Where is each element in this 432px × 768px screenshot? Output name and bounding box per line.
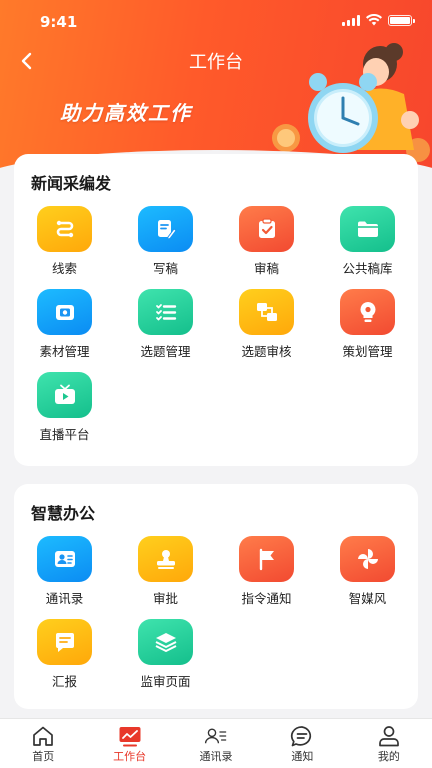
profile-icon <box>378 726 399 747</box>
pinwheel-icon <box>340 536 395 582</box>
contact-card-icon <box>37 536 92 582</box>
tab-label: 工作台 <box>113 750 147 763</box>
status-icons <box>342 14 415 26</box>
section-news-editing: 新闻采编发 线索 写稿 审稿 公共稿库 素材管理 选题管理 选题审核 策划管理 … <box>14 154 418 466</box>
audit-page-tile[interactable]: 监审页面 <box>115 619 216 702</box>
function-grid: 通讯录 审批 指令通知 智媒风 汇报 监审页面 <box>14 536 418 702</box>
folder-icon <box>340 206 395 252</box>
tile-label: 素材管理 <box>39 344 90 359</box>
tab-label: 通讯录 <box>199 750 233 763</box>
tab-label: 我的 <box>377 750 400 763</box>
tab-profile[interactable]: 我的 <box>346 719 432 768</box>
smart-media-tile[interactable]: 智媒风 <box>317 536 418 619</box>
review-tile[interactable]: 审稿 <box>216 206 317 289</box>
review-clipboard-icon <box>239 206 294 252</box>
tile-label: 直播平台 <box>39 427 90 442</box>
list-check-icon <box>138 289 193 335</box>
topic-review-tile[interactable]: 选题审核 <box>216 289 317 372</box>
tile-label: 通讯录 <box>45 591 84 606</box>
material-tile[interactable]: 素材管理 <box>14 289 115 372</box>
tab-home[interactable]: 首页 <box>0 719 86 768</box>
address-book-tile[interactable]: 通讯录 <box>14 536 115 619</box>
message-icon <box>291 726 312 747</box>
tile-label: 写稿 <box>152 261 178 276</box>
planning-tile[interactable]: 策划管理 <box>317 289 418 372</box>
tile-label: 选题管理 <box>140 344 191 359</box>
tile-label: 策划管理 <box>342 344 393 359</box>
tile-label: 审稿 <box>253 261 279 276</box>
public-library-tile[interactable]: 公共稿库 <box>317 206 418 289</box>
tab-label: 通知 <box>291 750 314 763</box>
stamp-icon <box>138 536 193 582</box>
signal-icon <box>342 14 360 26</box>
tile-label: 公共稿库 <box>342 261 393 276</box>
clue-icon <box>37 206 92 252</box>
material-icon <box>37 289 92 335</box>
topic-management-tile[interactable]: 选题管理 <box>115 289 216 372</box>
clue-tile[interactable]: 线索 <box>14 206 115 289</box>
wifi-icon <box>366 14 382 26</box>
workbench-icon <box>119 727 141 747</box>
contacts-icon <box>204 728 227 744</box>
lightbulb-icon <box>340 289 395 335</box>
alarm-clock-illustration <box>272 43 430 162</box>
flag-icon <box>239 536 294 582</box>
tab-contacts[interactable]: 通讯录 <box>173 719 259 768</box>
tab-workbench[interactable]: 工作台 <box>86 719 172 768</box>
tile-label: 汇报 <box>51 674 77 689</box>
status-time: 9:41 <box>40 13 78 31</box>
function-grid: 线索 写稿 审稿 公共稿库 素材管理 选题管理 选题审核 策划管理 直播平台 <box>14 206 418 455</box>
tv-play-icon <box>37 372 92 418</box>
tab-label: 首页 <box>32 750 55 763</box>
home-icon <box>33 726 54 746</box>
bottom-tab-bar: 首页 工作台 通讯录 通知 我的 <box>0 718 432 768</box>
live-platform-tile[interactable]: 直播平台 <box>14 372 115 455</box>
tile-label: 审批 <box>152 591 178 606</box>
tile-label: 选题审核 <box>241 344 292 359</box>
approval-tile[interactable]: 审批 <box>115 536 216 619</box>
write-tile[interactable]: 写稿 <box>115 206 216 289</box>
tile-label: 指令通知 <box>241 591 292 606</box>
report-tile[interactable]: 汇报 <box>14 619 115 702</box>
tile-label: 线索 <box>51 261 77 276</box>
tile-label: 监审页面 <box>140 674 191 689</box>
banner-slogan: 助力高效工作 <box>60 101 192 125</box>
tab-notifications[interactable]: 通知 <box>259 719 345 768</box>
report-chat-icon <box>37 619 92 665</box>
tile-label: 智媒风 <box>348 591 387 606</box>
layers-icon <box>138 619 193 665</box>
section-title: 智慧办公 <box>31 504 96 523</box>
topic-review-icon <box>239 289 294 335</box>
section-smart-office: 智慧办公 通讯录 审批 指令通知 智媒风 汇报 监审页面 <box>14 484 418 709</box>
write-icon <box>138 206 193 252</box>
section-title: 新闻采编发 <box>31 174 112 193</box>
instruction-notice-tile[interactable]: 指令通知 <box>216 536 317 619</box>
battery-icon <box>388 14 415 26</box>
